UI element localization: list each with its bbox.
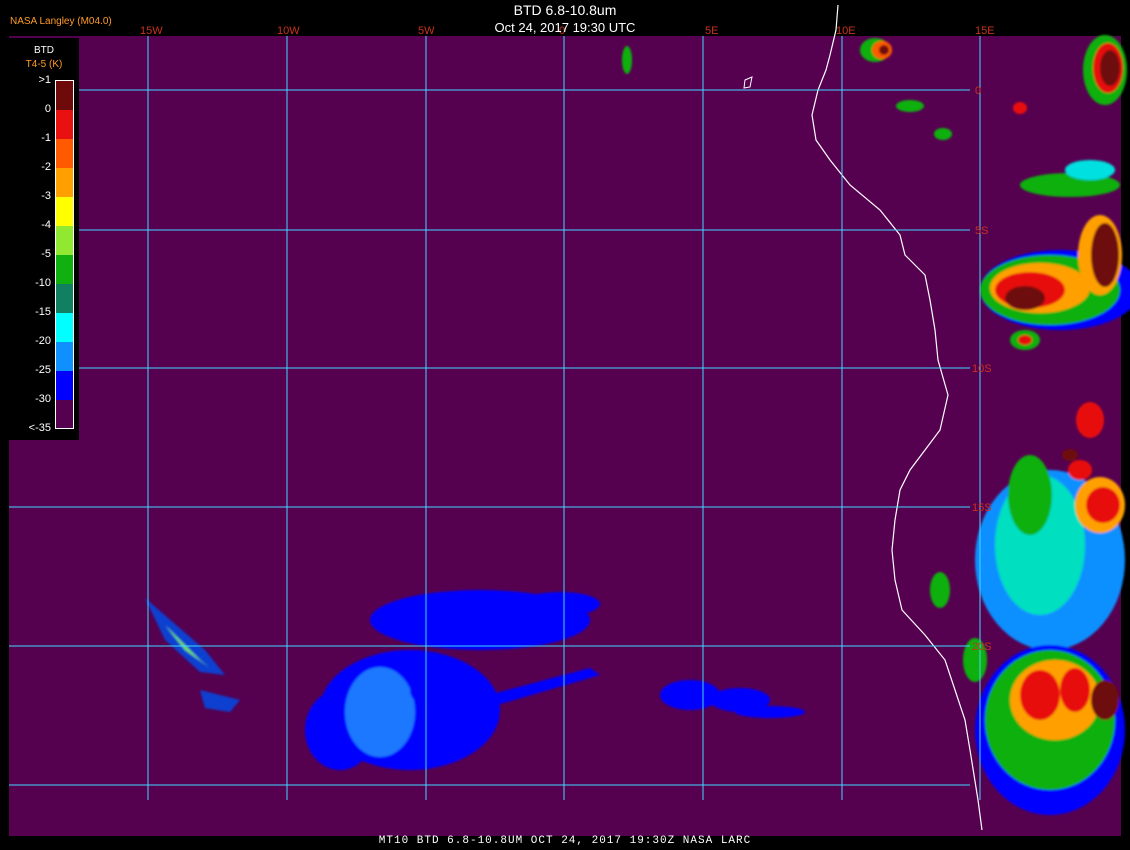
lat-label-20s: 20S [972, 641, 992, 653]
legend-label: -20 [35, 335, 51, 347]
legend-label: -4 [41, 219, 51, 231]
lat-label-0: 0 [975, 85, 981, 97]
color-legend: BTD T4-5 (K) >1 0 -1 -2 -3 -4 -5 -10 -15 -20 -25 -3… [9, 38, 79, 440]
lat-label-5s: 5S [975, 225, 988, 237]
legend-label: >1 [38, 74, 51, 86]
legend-label: -25 [35, 364, 51, 376]
product-title: BTD 6.8-10.8um [513, 2, 617, 18]
legend-label: -1 [41, 132, 51, 144]
legend-subtitle: T4-5 (K) [25, 59, 63, 70]
legend-label: -2 [41, 161, 51, 173]
legend-label: -30 [35, 393, 51, 405]
legend-label: -10 [35, 277, 51, 289]
lat-label-10s: 10S [972, 363, 992, 375]
footer-caption: MT10 BTD 6.8-10.8UM OCT 24, 2017 19:30Z … [378, 835, 752, 847]
legend-label: -3 [41, 190, 51, 202]
timestamp: Oct 24, 2017 19:30 UTC [494, 20, 636, 35]
legend-frame [55, 80, 74, 429]
map-background [9, 36, 1121, 836]
legend-label: -5 [41, 248, 51, 260]
legend-title: BTD [34, 45, 54, 56]
legend-label: <-35 [28, 422, 51, 434]
lat-label-15s: 15S [972, 502, 992, 514]
legend-label: -15 [35, 306, 51, 318]
satellite-map: 15W 10W 5W 0 5E 10E 15E 0 5S 10S 15S 20S [9, 4, 1130, 836]
legend-label: 0 [44, 103, 51, 115]
